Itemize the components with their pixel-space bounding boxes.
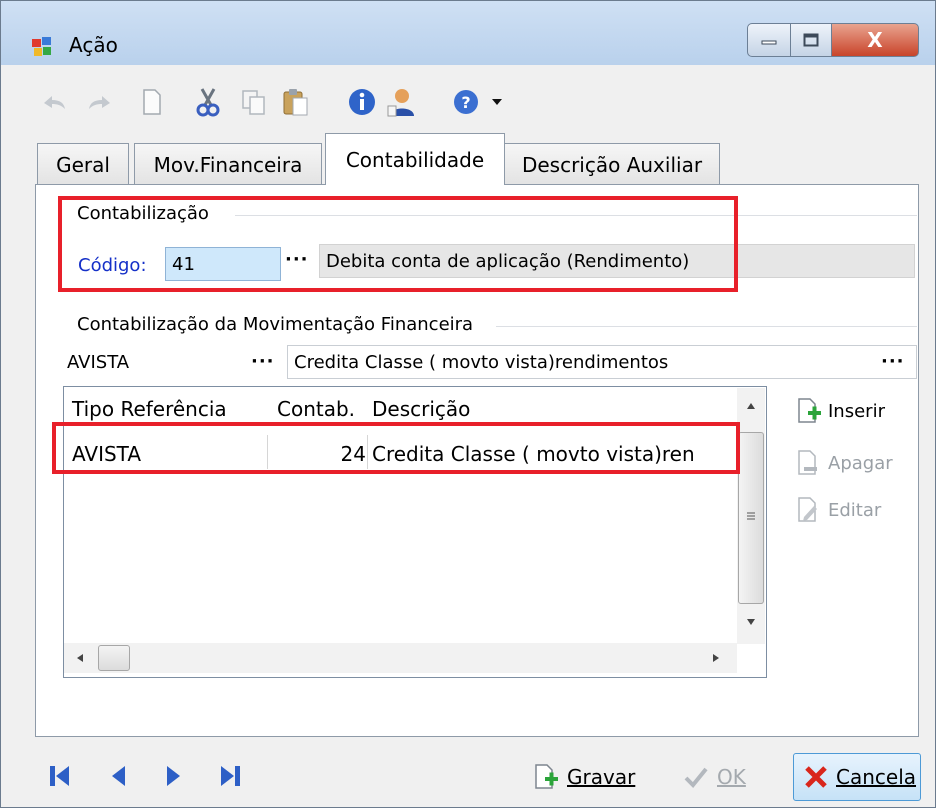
tab-geral[interactable]: Geral bbox=[37, 143, 129, 185]
tab-contabilidade[interactable]: Contabilidade bbox=[325, 133, 505, 185]
new-button[interactable] bbox=[135, 85, 169, 119]
inserir-label: Inserir bbox=[828, 400, 885, 422]
tab-descricao-auxiliar[interactable]: Descrição Auxiliar bbox=[504, 143, 720, 185]
first-record-icon bbox=[50, 766, 69, 786]
gravar-button[interactable]: Gravar bbox=[533, 753, 645, 801]
user-icon bbox=[387, 89, 414, 117]
ok-label: OK bbox=[717, 765, 746, 789]
cell-contab: 24 bbox=[340, 442, 366, 466]
info-icon bbox=[349, 89, 375, 115]
table-row[interactable]: AVISTA 24 Credita Classe ( movto vista)r… bbox=[64, 431, 738, 473]
redo-button[interactable] bbox=[83, 85, 117, 119]
scroll-down-icon[interactable] bbox=[746, 618, 756, 626]
minimize-button[interactable] bbox=[747, 23, 791, 57]
first-record-button[interactable] bbox=[45, 761, 75, 791]
svg-text:?: ? bbox=[461, 93, 470, 112]
dropdown-arrow-icon bbox=[492, 99, 502, 105]
previous-record-button[interactable] bbox=[103, 761, 133, 791]
insert-document-icon bbox=[798, 398, 821, 423]
tab-bar: Geral Mov.Financeira Contabilidade Descr… bbox=[1, 129, 935, 185]
last-record-button[interactable] bbox=[215, 761, 245, 791]
group-title-contabilizacao: Contabilização bbox=[77, 203, 215, 224]
group-title-mov-financeira: Contabilização da Movimentação Financeir… bbox=[77, 314, 480, 335]
info-button[interactable] bbox=[345, 85, 379, 119]
paste-button[interactable] bbox=[279, 85, 313, 119]
cut-icon bbox=[196, 88, 220, 117]
column-header-descricao[interactable]: Descrição bbox=[372, 397, 470, 421]
group-line bbox=[235, 215, 917, 216]
inserir-button[interactable]: Inserir bbox=[796, 397, 885, 425]
maximize-button[interactable] bbox=[790, 23, 832, 57]
help-dropdown-button[interactable] bbox=[485, 85, 509, 119]
user-button[interactable] bbox=[385, 85, 419, 119]
tipo-referencia-field[interactable]: AVISTA bbox=[61, 345, 281, 379]
codigo-lookup-button[interactable]: ··· bbox=[285, 249, 309, 270]
edit-document-icon bbox=[798, 497, 817, 522]
close-button[interactable]: X bbox=[831, 23, 919, 57]
new-document-icon bbox=[143, 89, 161, 115]
codigo-label: Código: bbox=[78, 255, 147, 276]
next-record-button[interactable] bbox=[159, 761, 189, 791]
paste-icon bbox=[283, 89, 308, 116]
help-icon: ? bbox=[454, 90, 478, 114]
cancela-button[interactable]: Cancela bbox=[793, 753, 921, 801]
apagar-label: Apagar bbox=[828, 452, 893, 474]
cell-divider bbox=[367, 435, 368, 469]
column-header-contab[interactable]: Contab. bbox=[277, 397, 355, 421]
column-header-tipo-referencia[interactable]: Tipo Referência bbox=[72, 397, 227, 421]
editar-label: Editar bbox=[828, 499, 882, 521]
editar-button[interactable]: Editar bbox=[796, 496, 881, 524]
help-button[interactable]: ? bbox=[449, 85, 483, 119]
close-icon: X bbox=[867, 28, 883, 52]
scroll-right-icon[interactable] bbox=[712, 653, 720, 663]
title-bar: Ação X bbox=[1, 1, 935, 65]
vertical-scroll-thumb[interactable] bbox=[738, 432, 764, 604]
scroll-left-icon[interactable] bbox=[76, 653, 84, 663]
mov-descricao-field[interactable]: Credita Classe ( movto vista)rendimentos bbox=[287, 345, 917, 379]
last-record-icon bbox=[221, 766, 240, 786]
codigo-description-field: Debita conta de aplicação (Rendimento) bbox=[319, 244, 915, 278]
delete-document-icon bbox=[798, 450, 817, 475]
maximize-icon bbox=[803, 33, 819, 47]
main-window: Ação X ? Geral Mov.Financeira Contabilid… bbox=[0, 0, 936, 808]
codigo-input[interactable]: 41 bbox=[165, 247, 281, 281]
mov-descricao-lookup-button[interactable]: ··· bbox=[881, 351, 905, 372]
cell-tipo: AVISTA bbox=[72, 442, 142, 466]
tab-label: Contabilidade bbox=[345, 147, 485, 172]
app-icon bbox=[32, 37, 51, 56]
undo-icon bbox=[44, 96, 65, 109]
gravar-label: Gravar bbox=[567, 765, 636, 789]
grid-horizontal-scrollbar[interactable] bbox=[64, 643, 737, 673]
grip-icon bbox=[747, 512, 755, 520]
cell-descricao: Credita Classe ( movto vista)ren bbox=[372, 442, 695, 466]
minimize-icon bbox=[761, 40, 777, 45]
tab-label: Descrição Auxiliar bbox=[521, 152, 703, 177]
apagar-button[interactable]: Apagar bbox=[796, 449, 893, 477]
ok-button[interactable]: OK bbox=[683, 753, 773, 801]
tab-label: Mov.Financeira bbox=[153, 152, 303, 177]
checkmark-icon bbox=[684, 767, 708, 788]
cancela-label: Cancela bbox=[836, 765, 917, 789]
grid-vertical-scrollbar[interactable] bbox=[737, 388, 765, 644]
window-title: Ação bbox=[69, 33, 118, 57]
copy-icon bbox=[242, 90, 265, 115]
cut-button[interactable] bbox=[191, 85, 225, 119]
tab-label: Geral bbox=[56, 152, 110, 177]
scroll-up-icon[interactable] bbox=[746, 402, 756, 410]
save-document-icon bbox=[535, 764, 558, 789]
group-line bbox=[496, 326, 917, 327]
tipo-lookup-button[interactable]: ··· bbox=[251, 351, 275, 372]
previous-record-icon bbox=[112, 766, 125, 786]
undo-button[interactable] bbox=[37, 85, 71, 119]
horizontal-scroll-thumb[interactable] bbox=[98, 645, 130, 671]
tab-mov-financeira[interactable]: Mov.Financeira bbox=[134, 143, 322, 185]
contabilizacao-grid: Tipo Referência Contab. Descrição AVISTA… bbox=[63, 386, 767, 678]
redo-icon bbox=[89, 96, 110, 109]
cancel-x-icon bbox=[805, 766, 827, 788]
next-record-icon bbox=[167, 766, 180, 786]
copy-button[interactable] bbox=[237, 85, 271, 119]
